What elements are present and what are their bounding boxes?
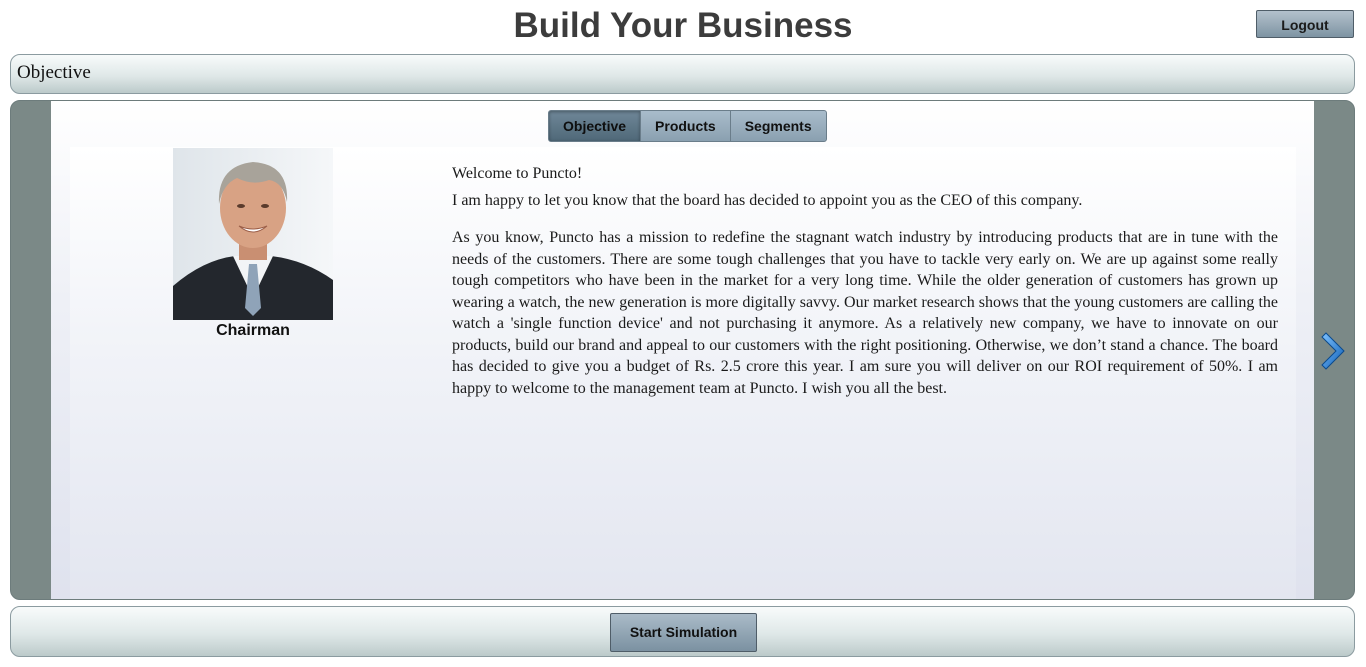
tab-bar: Objective Products Segments [548,110,827,142]
section-header-bar: Objective [10,54,1355,94]
objective-content: Chairman Welcome to Puncto! I am happy t… [70,147,1296,599]
greeting-text: Welcome to Puncto! [452,165,583,182]
chairman-portrait [173,148,333,320]
page-title: Build Your Business [513,6,853,45]
start-simulation-button[interactable]: Start Simulation [610,613,757,652]
tab-segments[interactable]: Segments [729,110,827,142]
section-title: Objective [17,62,91,83]
tab-products[interactable]: Products [640,110,731,142]
tab-objective[interactable]: Objective [548,110,642,142]
next-arrow-button[interactable] [1320,329,1350,373]
logout-button[interactable]: Logout [1256,10,1354,38]
portrait-caption: Chairman [216,322,290,339]
content-area: Objective Products Segments Chairman Wel… [51,101,1314,599]
footer-bar: Start Simulation [10,606,1355,657]
main-panel: Objective Products Segments Chairman Wel… [10,100,1355,600]
welcome-message: Welcome to Puncto! I am happy to let you… [452,163,1278,399]
chevron-right-icon [1321,332,1345,370]
body-text: As you know, Puncto has a mission to red… [452,229,1278,397]
intro-text: I am happy to let you know that the boar… [452,191,1083,209]
